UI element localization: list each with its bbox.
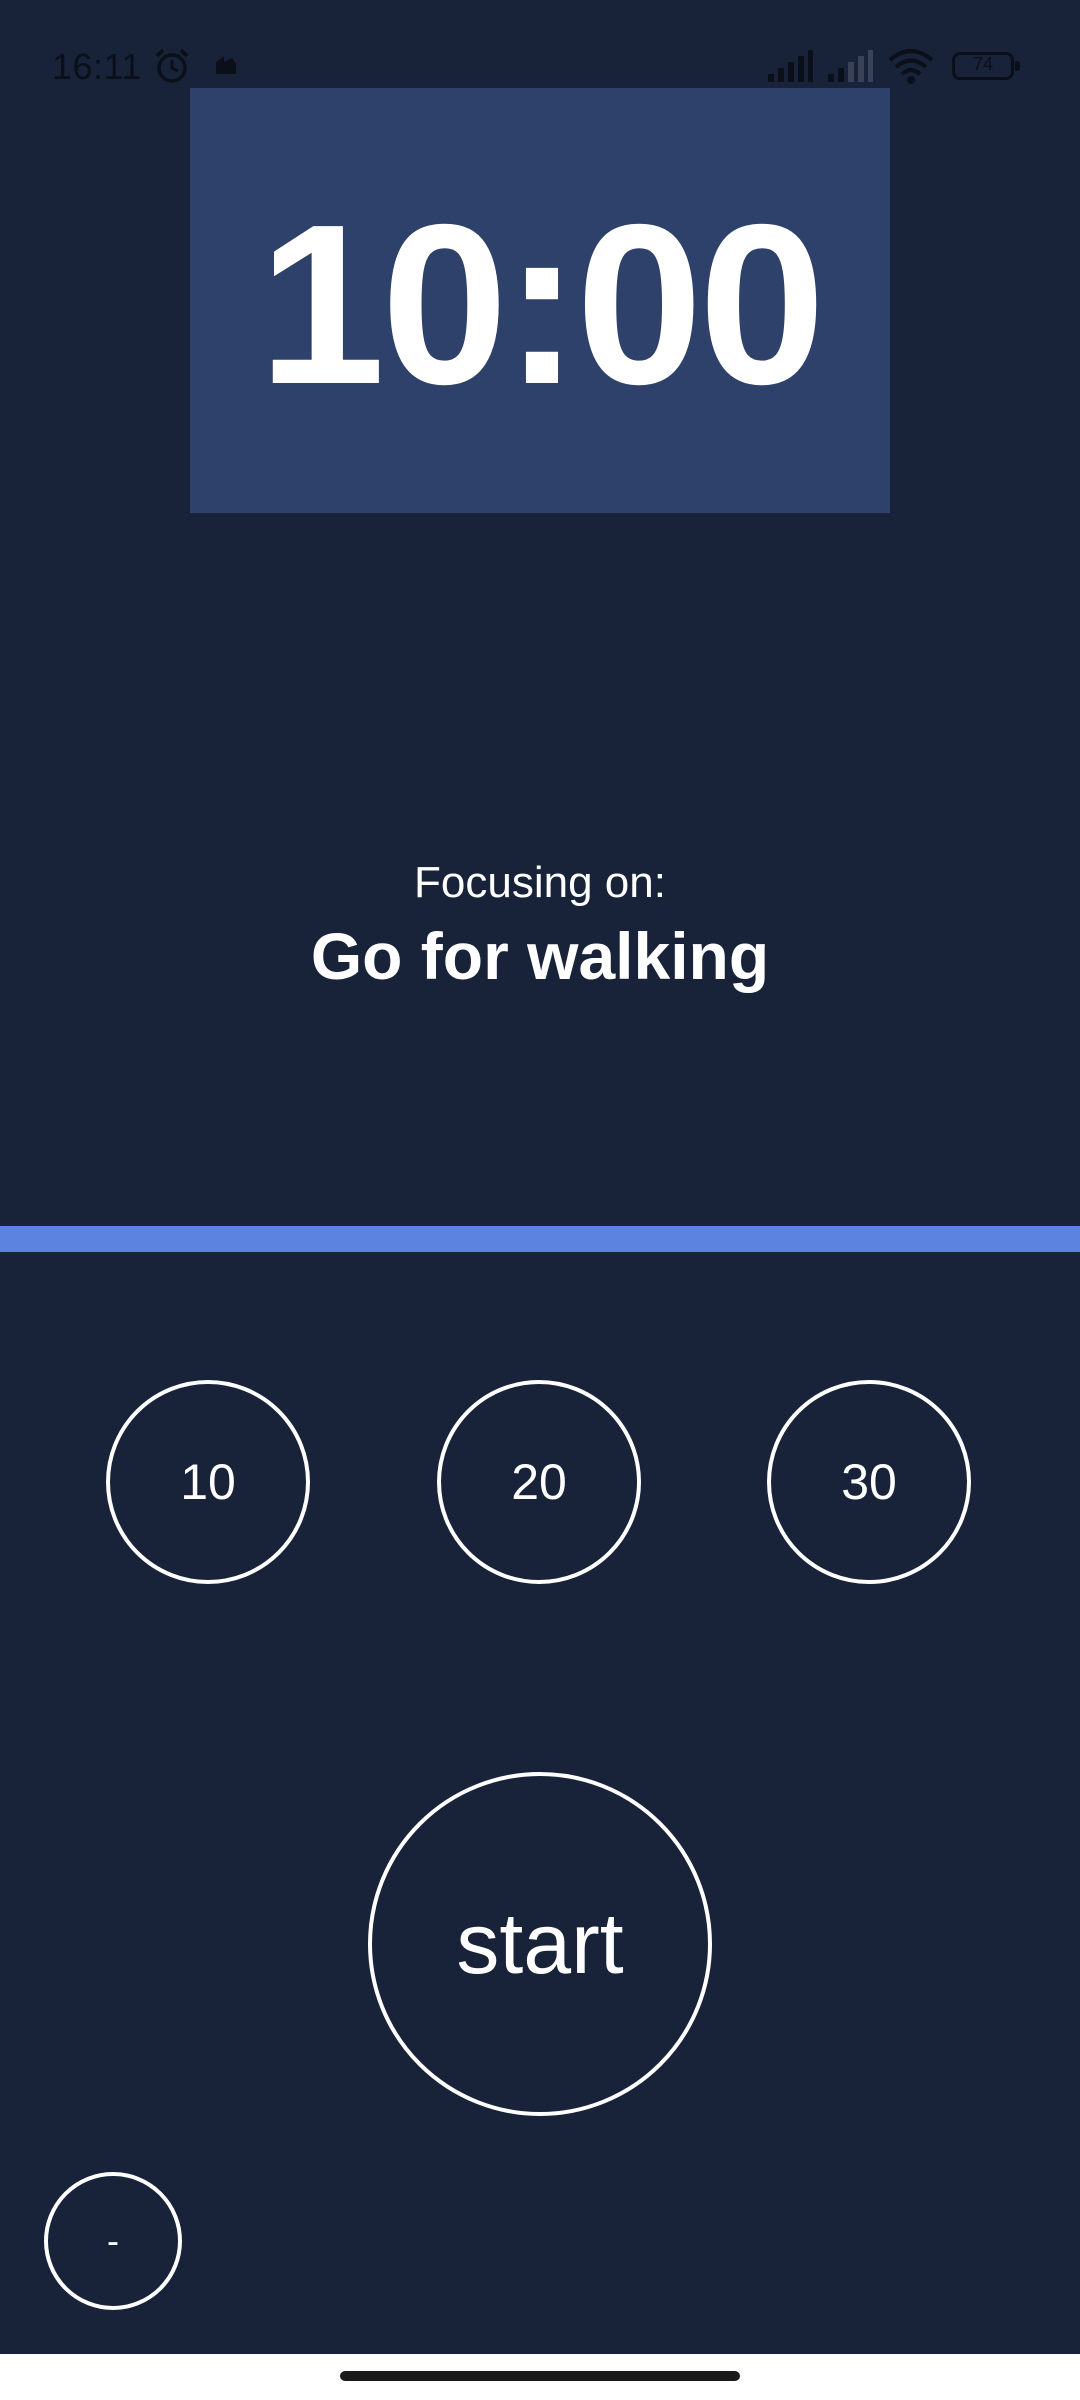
- home-indicator[interactable]: [340, 2371, 740, 2381]
- alarm-icon: [152, 46, 192, 86]
- signal-icon-secondary: [826, 48, 874, 84]
- status-time: 16:11: [52, 46, 142, 87]
- timer-display: 10:00: [190, 88, 890, 513]
- progress-fill: [0, 1226, 1080, 1252]
- start-button[interactable]: start: [368, 1772, 712, 2116]
- preset-30-button[interactable]: 30: [767, 1380, 971, 1584]
- minus-button[interactable]: -: [44, 2172, 182, 2310]
- preset-20-button[interactable]: 20: [437, 1380, 641, 1584]
- timer-value: 10:00: [258, 177, 825, 432]
- navigation-bar: [0, 2354, 1080, 2400]
- focus-timer-screen: 16:11 74 10:00 Focusing on: Go for walki…: [0, 0, 1080, 2400]
- focus-task-title: Go for walking: [310, 919, 770, 993]
- preset-10-button[interactable]: 10: [106, 1380, 310, 1584]
- battery-icon: 74: [952, 52, 1020, 80]
- focus-label: Focusing on:: [414, 858, 666, 907]
- notification-icon: [212, 52, 240, 80]
- wifi-icon: [886, 46, 936, 86]
- signal-icon: [766, 48, 814, 84]
- progress-bar: [0, 1226, 1080, 1252]
- battery-level: 74: [972, 54, 994, 74]
